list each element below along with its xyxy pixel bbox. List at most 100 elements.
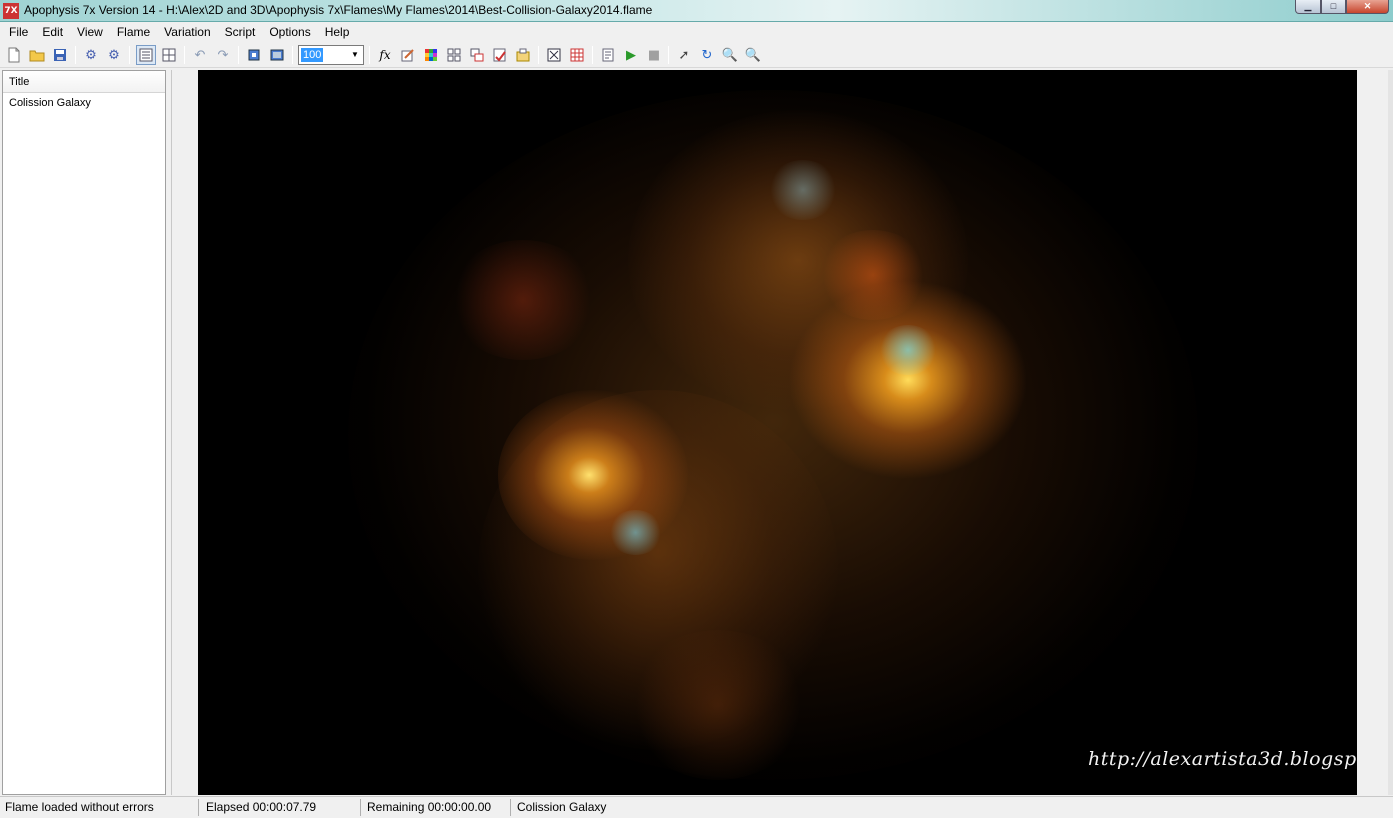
menu-file[interactable]: File [2, 22, 35, 42]
size-icon [547, 48, 561, 62]
gradient-icon [425, 49, 437, 61]
animation-icon [570, 48, 584, 62]
render-button[interactable]: ⚙ [81, 45, 101, 65]
title-bar[interactable]: 7X Apophysis 7x Version 14 - H:\Alex\2D … [0, 0, 1393, 22]
flame-list-panel[interactable]: Title Colission Galaxy [2, 70, 166, 795]
transforms-button[interactable] [467, 45, 487, 65]
toolbar-separator [292, 46, 293, 64]
menu-options[interactable]: Options [262, 22, 317, 42]
close-icon: ✕ [1363, 1, 1372, 11]
blue-star-cluster [878, 325, 938, 375]
zoom-in-icon: 🔍 [721, 47, 739, 63]
rotate-icon: ↻ [701, 47, 713, 63]
options-icon [516, 48, 530, 62]
zoom-value: 100 [301, 48, 324, 62]
run-script-icon: ▶ [626, 47, 636, 63]
preview-icon [270, 49, 284, 61]
toolbar-separator [129, 46, 130, 64]
fullscreen-button[interactable] [244, 45, 264, 65]
maximize-button[interactable]: □ [1321, 0, 1346, 14]
animation-button[interactable] [567, 45, 587, 65]
redo-button[interactable]: ↷ [213, 45, 233, 65]
minimize-button[interactable]: ▁ [1295, 0, 1321, 14]
favourites-button[interactable] [490, 45, 510, 65]
run-script-button[interactable]: ▶ [621, 45, 641, 65]
stop-script-button[interactable]: ■ [644, 45, 664, 65]
adjust-icon [401, 49, 414, 62]
red-dust-cloud [818, 230, 928, 320]
mutate-button[interactable] [444, 45, 464, 65]
zoom-select[interactable]: 100 ▼ [298, 45, 364, 65]
save-icon [54, 49, 66, 61]
render-gear-icon: ⚙ [85, 47, 97, 63]
status-divider [510, 799, 511, 816]
open-folder-icon [29, 50, 45, 62]
list-header-title[interactable]: Title [3, 71, 165, 93]
flame-render-canvas[interactable]: http://alexartista3d.blogspot.com.br/ [198, 70, 1357, 795]
fullscreen-icon [248, 49, 260, 61]
status-message: Flame loaded without errors [5, 800, 154, 814]
menu-view[interactable]: View [70, 22, 110, 42]
zoom-in-button[interactable]: 🔍 [720, 45, 740, 65]
toolbar-separator [369, 46, 370, 64]
gradient-button[interactable] [421, 45, 441, 65]
list-view-icon [139, 48, 153, 62]
chevron-down-icon[interactable]: ▼ [347, 46, 363, 64]
stop-script-icon: ■ [647, 47, 661, 63]
new-file-icon [8, 47, 20, 63]
galaxy-core-right [788, 280, 1028, 480]
options-button[interactable] [513, 45, 533, 65]
toolbar-separator [592, 46, 593, 64]
icon-view-button[interactable] [159, 45, 179, 65]
menu-help[interactable]: Help [318, 22, 357, 42]
select-button[interactable]: ➚ [674, 45, 694, 65]
undo-button[interactable]: ↶ [190, 45, 210, 65]
status-flame-name: Colission Galaxy [517, 800, 607, 814]
grid-view-icon [162, 48, 176, 62]
transforms-icon [470, 48, 484, 62]
menu-bar: File Edit View Flame Variation Script Op… [0, 22, 1393, 42]
script-editor-button[interactable] [598, 45, 618, 65]
zoom-out-icon: 🔍 [744, 47, 762, 63]
new-file-button[interactable] [4, 45, 24, 65]
app-icon[interactable]: 7X [3, 3, 19, 19]
list-view-button[interactable] [136, 45, 156, 65]
blue-star-cluster [768, 160, 838, 220]
window-title: Apophysis 7x Version 14 - H:\Alex\2D and… [24, 3, 653, 17]
maximize-icon: □ [1330, 1, 1337, 11]
menu-variation[interactable]: Variation [157, 22, 217, 42]
menu-edit[interactable]: Edit [35, 22, 70, 42]
status-bar: Flame loaded without errors Elapsed 00:0… [0, 796, 1393, 818]
window-controls: ▁ □ ✕ [1295, 0, 1389, 14]
undo-icon: ↶ [194, 47, 206, 63]
status-remaining: Remaining 00:00:00.00 [367, 800, 492, 814]
blue-star-cluster [608, 510, 663, 555]
render-all-button[interactable]: ⚙ [104, 45, 124, 65]
fx-editor-button[interactable]: fx [375, 45, 395, 65]
toolbar-separator [75, 46, 76, 64]
fx-editor-icon: fx [379, 48, 391, 62]
save-button[interactable] [50, 45, 70, 65]
list-item[interactable]: Colission Galaxy [3, 93, 165, 113]
toolbar-separator [238, 46, 239, 64]
mutate-icon [447, 48, 461, 62]
status-divider [360, 799, 361, 816]
watermark-url: http://alexartista3d.blogspot.com.br/ [1088, 748, 1357, 770]
status-elapsed: Elapsed 00:00:07.79 [206, 800, 317, 814]
open-button[interactable] [27, 45, 47, 65]
adjust-button[interactable] [398, 45, 418, 65]
render-all-gears-icon: ⚙ [108, 47, 120, 63]
menu-script[interactable]: Script [218, 22, 263, 42]
preview-button[interactable] [267, 45, 287, 65]
toolbar-separator [538, 46, 539, 64]
minimize-icon: ▁ [1304, 1, 1312, 11]
close-button[interactable]: ✕ [1346, 0, 1389, 14]
menu-flame[interactable]: Flame [110, 22, 157, 42]
zoom-out-button[interactable]: 🔍 [743, 45, 763, 65]
favourites-icon [493, 48, 506, 62]
apophysis-window: 7X Apophysis 7x Version 14 - H:\Alex\2D … [0, 0, 1393, 818]
toolbar: ⚙ ⚙ ↶ ↷ fx ▶ ■ ➚ ↻ 🔍 🔍 [0, 42, 1393, 68]
size-button[interactable] [544, 45, 564, 65]
rotate-button[interactable]: ↻ [697, 45, 717, 65]
red-dust-cloud [448, 240, 598, 360]
